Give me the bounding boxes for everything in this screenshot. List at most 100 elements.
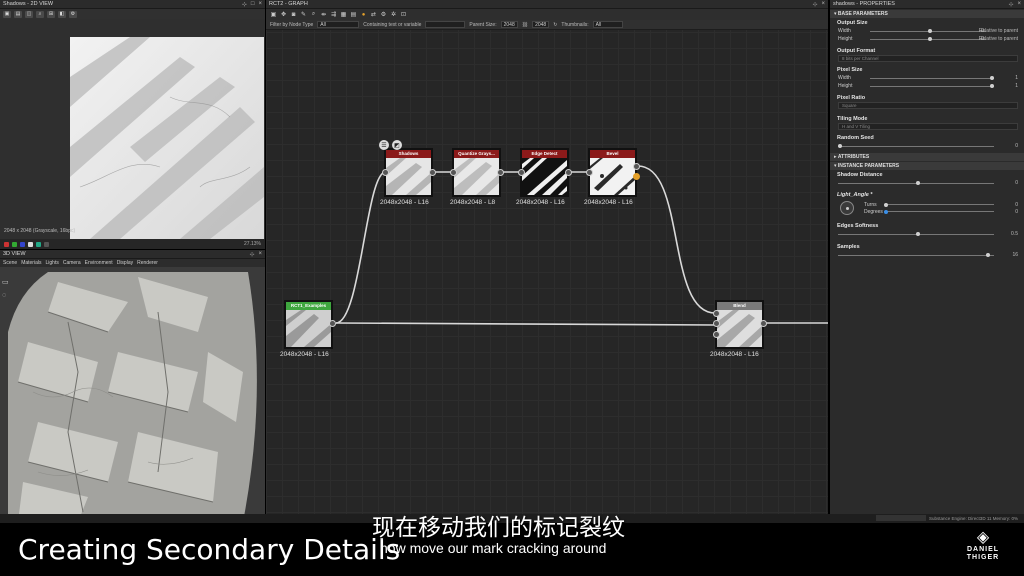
green-channel-icon[interactable] <box>12 241 17 247</box>
input-port[interactable] <box>382 169 389 176</box>
edges-softness-slider[interactable] <box>838 232 994 236</box>
tile-icon[interactable]: ⊞ <box>47 10 55 18</box>
output-port[interactable] <box>760 320 767 327</box>
input-port-foreground[interactable] <box>713 310 720 317</box>
node-bevel[interactable]: Bevel <box>588 148 637 197</box>
input-port[interactable] <box>586 169 593 176</box>
pixel-width-slider[interactable] <box>870 76 995 80</box>
lower-third-title: Creating Secondary Details <box>18 533 401 566</box>
logo-line-2: THIGER <box>966 554 1000 561</box>
node-thumbnail <box>386 158 431 195</box>
tiling-mode-select[interactable]: H and V Tiling <box>838 123 1018 130</box>
output-format-select[interactable]: 8 bits per Channel <box>838 55 1018 62</box>
section-instance-parameters[interactable]: ▾ INSTANCE PARAMETERS <box>830 162 1024 170</box>
input-port-mask[interactable] <box>713 331 720 338</box>
pixel-width-row: Width 1 <box>838 75 1018 81</box>
menu-environment[interactable]: Environment <box>85 260 113 266</box>
random-seed-row: 0 <box>830 142 1024 150</box>
node-title: Shadows <box>386 150 431 158</box>
output-width-row: Width 0 Relative to parent <box>838 28 1018 34</box>
output-port[interactable] <box>633 163 640 170</box>
pixel-size-label: Pixel Size <box>837 66 863 73</box>
samples-label: Samples <box>837 243 860 250</box>
maximize-icon[interactable]: □ <box>251 1 255 8</box>
menu-camera[interactable]: Camera <box>63 260 81 266</box>
logo-mark-icon: ◈ <box>976 529 990 546</box>
close-icon[interactable]: × <box>258 1 262 8</box>
node-thumbnail <box>717 310 762 347</box>
shadow-distance-label: Shadow Distance <box>837 171 883 178</box>
menu-scene[interactable]: Scene <box>3 260 17 266</box>
menu-display[interactable]: Display <box>117 260 133 266</box>
output-port[interactable] <box>329 320 336 327</box>
pin-icon[interactable]: ⊹ <box>242 1 247 8</box>
zoom-level[interactable]: 27.13% <box>244 241 261 247</box>
output-icon[interactable]: ☰ <box>379 140 389 150</box>
properties-header: shadows - PROPERTIES ⊹ × <box>830 0 1024 9</box>
turns-slider[interactable] <box>884 202 994 207</box>
node-title: Quantize Grays... <box>454 150 499 158</box>
node-shadows[interactable]: Shadows <box>384 148 433 197</box>
logo-line-1: DANIEL <box>966 546 1000 553</box>
layout-icon[interactable] <box>44 241 49 247</box>
input-port[interactable] <box>518 169 525 176</box>
output-height-slider[interactable] <box>870 37 986 41</box>
node-edge-detect[interactable]: Edge Detect <box>520 148 569 197</box>
zoom-icon[interactable]: ⌕ <box>36 10 44 18</box>
edges-softness-label: Edges Softness <box>837 222 879 229</box>
histogram-icon[interactable] <box>36 241 41 247</box>
node-title: Blend <box>717 302 762 310</box>
node-rct1-examples[interactable]: RCT1_Examples <box>284 300 333 349</box>
save-icon[interactable]: ▤ <box>14 10 22 18</box>
node-label: 2048x2048 - L16 <box>584 199 633 206</box>
progress-box <box>876 515 926 521</box>
output-width-mode[interactable]: Relative to parent <box>979 28 1018 34</box>
node-label: 2048x2048 - L16 <box>380 199 429 206</box>
pixel-ratio-select[interactable]: Square <box>838 102 1018 109</box>
node-quantize-grayscale[interactable]: Quantize Grays... <box>452 148 501 197</box>
menu-lights[interactable]: Lights <box>45 260 58 266</box>
output-width-slider[interactable] <box>870 29 986 33</box>
menu-materials[interactable]: Materials <box>21 260 41 266</box>
section-attributes[interactable]: ▸ ATTRIBUTES <box>830 153 1024 161</box>
settings-icon[interactable]: ⚙ <box>69 10 77 18</box>
output-port[interactable] <box>497 169 504 176</box>
section-base-parameters[interactable]: ▾ BASE PARAMETERS <box>830 10 1024 18</box>
view-2d-bottombar: 27.13% <box>0 239 265 249</box>
view-2d-title: Shadows - 2D VIEW <box>3 1 54 7</box>
angle-dial[interactable] <box>840 201 854 215</box>
shadow-distance-slider[interactable] <box>838 181 994 185</box>
random-seed-slider[interactable] <box>838 144 994 148</box>
close-icon[interactable]: × <box>1017 1 1021 8</box>
output-port-secondary[interactable] <box>633 173 640 180</box>
view-icon[interactable]: ◩ <box>392 140 402 150</box>
menu-renderer[interactable]: Renderer <box>137 260 158 266</box>
alpha-channel-icon[interactable] <box>28 241 33 247</box>
pin-icon[interactable]: ⊹ <box>1008 1 1013 8</box>
properties-title: shadows - PROPERTIES <box>833 1 895 7</box>
input-port-background[interactable] <box>713 320 720 327</box>
render-3d-viewport[interactable] <box>8 272 263 522</box>
pixel-height-slider[interactable] <box>870 84 995 88</box>
degrees-slider[interactable] <box>884 209 994 214</box>
node-blend[interactable]: Blend <box>715 300 764 349</box>
channels-icon[interactable]: ◧ <box>58 10 66 18</box>
node-thumbnail <box>454 158 499 195</box>
texture-info: 2048 x 2048 (Grayscale, 16bpc) <box>4 228 76 234</box>
pin-icon[interactable]: ⊹ <box>249 251 254 258</box>
node-label: 2048x2048 - L16 <box>710 351 759 358</box>
pixel-ratio-label: Pixel Ratio <box>837 94 866 101</box>
close-icon[interactable]: × <box>258 251 262 258</box>
output-height-mode[interactable]: Relative to parent <box>979 36 1018 42</box>
image-icon[interactable]: ◫ <box>25 10 33 18</box>
texture-preview-2d[interactable] <box>70 37 264 239</box>
output-port[interactable] <box>429 169 436 176</box>
blue-channel-icon[interactable] <box>20 241 25 247</box>
output-port[interactable] <box>565 169 572 176</box>
samples-slider[interactable] <box>838 253 994 257</box>
input-port[interactable] <box>450 169 457 176</box>
subtitle-chinese: 现在移动我们的标记裂纹 <box>372 515 625 541</box>
output-height-row: Height 0 Relative to parent <box>838 36 1018 42</box>
red-channel-icon[interactable] <box>4 241 9 247</box>
fit-icon[interactable]: ▣ <box>3 10 11 18</box>
